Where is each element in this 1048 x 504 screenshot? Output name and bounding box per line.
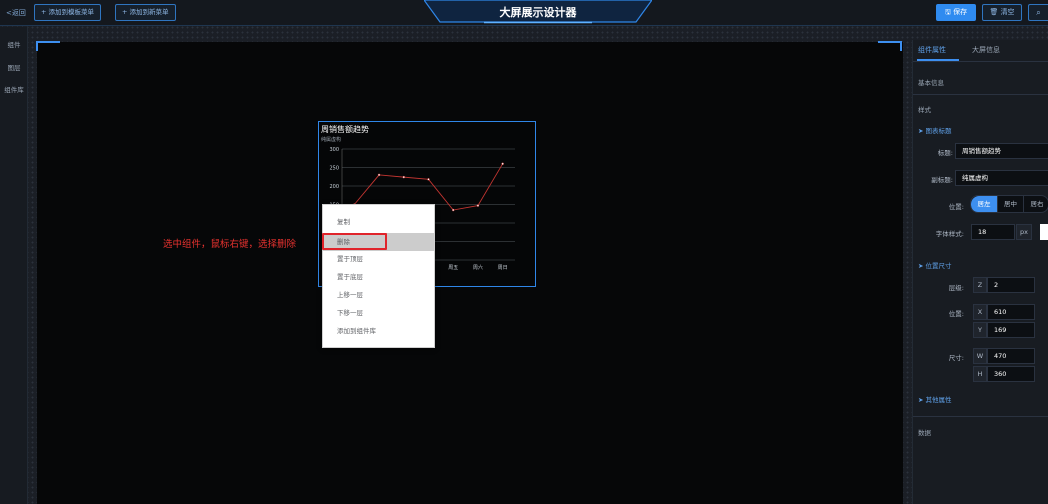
subtitle-label: 副标题: [931, 176, 953, 184]
other-properties-group[interactable]: ➤ 其他属性 [918, 394, 952, 404]
align-left-option[interactable]: 居左 [971, 196, 997, 212]
chart-y-tick-label: 200 [329, 184, 339, 190]
subtitle-input[interactable]: 纯属虚构 [955, 170, 1048, 186]
save-button[interactable]: 🖫 保存 [936, 4, 976, 21]
top-bar: <返回 + 添加到模板菜单 + 添加到新菜单 大屏展示设计器 🖫 保存 🗑 清空… [0, 0, 1048, 26]
chart-data-point [427, 178, 430, 181]
w-prefix: W [973, 348, 987, 364]
font-style-label: 字体样式: [935, 230, 964, 238]
chart-data-point [377, 173, 381, 177]
chart-title: 周销售额趋势 [321, 125, 369, 134]
context-menu: 复制 删除 置于顶层 置于底层 上移一层 下移一层 添加到组件库 [322, 204, 435, 348]
search-button[interactable]: ⌕ [1028, 4, 1048, 21]
z-index-input[interactable]: 2 [987, 277, 1035, 293]
h-prefix: H [973, 366, 987, 382]
chart-title-group[interactable]: ➤ 图表标题 [918, 125, 952, 135]
trash-icon: 🗑 [989, 8, 999, 16]
style-section: 样式 [918, 106, 931, 114]
title-input[interactable]: 周销售额趋势 [955, 143, 1048, 159]
menu-item-add-to-library[interactable]: 添加到组件库 [323, 322, 434, 340]
canvas-corner-top-left [36, 41, 60, 51]
data-section[interactable]: 数据 [918, 427, 931, 437]
menu-item-bring-to-front[interactable]: 置于顶层 [323, 250, 434, 268]
font-unit-label: px [1016, 224, 1032, 240]
add-template-button[interactable]: + 添加到模板菜单 [34, 4, 102, 21]
align-right-option[interactable]: 居右 [1023, 196, 1048, 212]
height-input[interactable]: 360 [987, 366, 1035, 382]
chart-x-tick-label: 周六 [473, 264, 483, 271]
title-banner: 大屏展示设计器 [424, 0, 652, 24]
tab-screen-info[interactable]: 大屏信息 [972, 45, 1000, 55]
chart-x-tick-label: 周日 [498, 265, 508, 271]
layout-group-label: 位置尺寸 [925, 262, 952, 270]
chart-y-tick-label: 250 [329, 165, 339, 171]
size-label: 尺寸: [948, 354, 964, 362]
chart-x-tick-label: 周五 [448, 265, 458, 271]
pos-label: 位置: [948, 310, 964, 318]
chevron-right-icon: ➤ [918, 127, 924, 135]
y-prefix: Y [973, 322, 987, 338]
layer-label: 层级: [948, 284, 964, 292]
x-input[interactable]: 610 [987, 304, 1035, 320]
sidebar-item-layers[interactable]: 图层 [0, 62, 28, 72]
clear-button[interactable]: 🗑 清空 [982, 4, 1022, 21]
align-center-option[interactable]: 居中 [997, 196, 1023, 212]
save-button-label: 保存 [953, 8, 968, 16]
x-prefix: X [973, 304, 987, 320]
properties-panel: 组件属性 大屏信息 基本信息 样式 ➤ 图表标题 标题: 周销售额趋势 副标题:… [912, 40, 1048, 504]
section-divider [913, 94, 1048, 95]
clear-button-label: 清空 [1000, 8, 1015, 16]
chart-data-point [501, 162, 504, 166]
chart-y-tick-label: 300 [329, 147, 339, 153]
back-link[interactable]: <返回 [6, 8, 26, 18]
chevron-right-icon: ➤ [918, 262, 924, 270]
chart-subtitle: 纯属虚构 [321, 137, 342, 143]
menu-item-move-down[interactable]: 下移一层 [323, 304, 434, 322]
align-segmented-control: 居左 居中 居右 [970, 195, 1048, 213]
chart-title-group-label: 图表标题 [925, 127, 952, 135]
other-group-label: 其他属性 [925, 396, 952, 404]
width-input[interactable]: 470 [987, 348, 1035, 364]
instruction-annotation: 选中组件，鼠标右键，选择删除 [163, 239, 297, 250]
font-size-input[interactable]: 18 [971, 224, 1015, 240]
layout-group[interactable]: ➤ 位置尺寸 [918, 260, 952, 270]
menu-item-send-to-back[interactable]: 置于底层 [323, 268, 434, 286]
chart-data-point [451, 208, 455, 212]
section-divider [913, 416, 1048, 417]
chart-data-point [402, 175, 406, 179]
chevron-right-icon: ➤ [918, 396, 924, 404]
search-icon: ⌕ [1036, 8, 1041, 17]
menu-item-copy[interactable]: 复制 [323, 213, 434, 231]
font-color-picker[interactable] [1040, 224, 1048, 240]
y-input[interactable]: 169 [987, 322, 1035, 338]
menu-item-delete[interactable]: 删除 [323, 233, 434, 251]
tab-divider [913, 61, 1048, 62]
tab-component-properties[interactable]: 组件属性 [918, 45, 946, 55]
sidebar-item-component-library[interactable]: 组件库 [0, 84, 28, 94]
page-title: 大屏展示设计器 [499, 6, 577, 19]
add-menu-button[interactable]: + 添加到新菜单 [115, 4, 176, 21]
save-icon: 🖫 [944, 8, 951, 16]
title-label: 标题: [937, 149, 953, 157]
position-label: 位置: [948, 203, 964, 211]
basic-info-section[interactable]: 基本信息 [918, 77, 944, 87]
chart-data-point [476, 204, 480, 207]
menu-item-move-up[interactable]: 上移一层 [323, 286, 434, 304]
z-prefix: Z [973, 277, 987, 293]
sidebar-item-components[interactable]: 组件 [0, 39, 28, 49]
canvas-corner-top-right [878, 41, 902, 51]
left-sidebar: 组件 图层 组件库 [0, 27, 28, 504]
